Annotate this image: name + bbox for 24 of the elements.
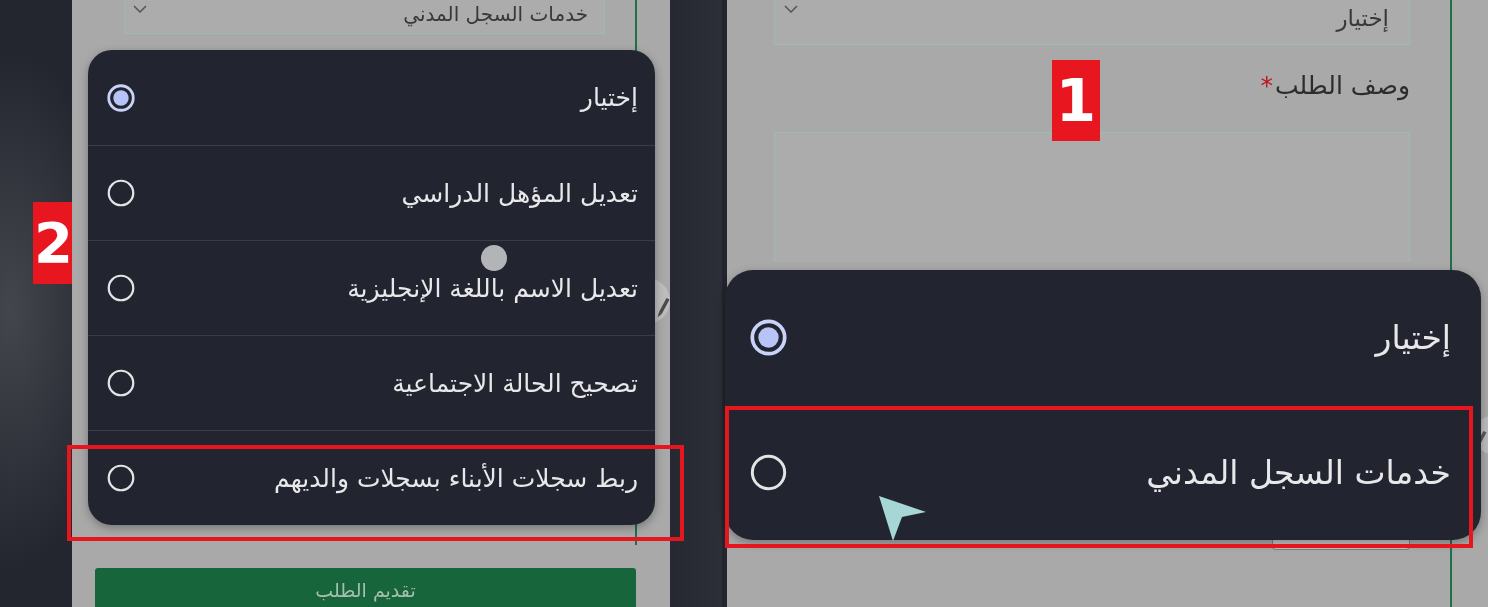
menu-option[interactable]: ربط سجلات الأبناء بسجلات والديهم bbox=[88, 430, 655, 525]
dropdown-field[interactable]: إختيار bbox=[774, 0, 1410, 45]
menu-option[interactable]: تصحيح الحالة الاجتماعية bbox=[88, 335, 655, 430]
description-field[interactable] bbox=[774, 132, 1410, 262]
menu-option[interactable]: إختيار bbox=[88, 50, 655, 145]
submit-button[interactable]: تقديم الطلب bbox=[95, 568, 636, 607]
field-label: وصف الطلب bbox=[1274, 71, 1410, 100]
radio-selected-icon[interactable] bbox=[750, 319, 787, 356]
dropdown-field[interactable]: خدمات السجل المدني bbox=[124, 0, 605, 34]
cursor-icon bbox=[879, 496, 926, 541]
radio-icon[interactable] bbox=[107, 274, 135, 302]
menu-option[interactable]: تعديل المؤهل الدراسي bbox=[88, 145, 655, 240]
radio-icon[interactable] bbox=[750, 454, 787, 491]
touch-indicator-icon bbox=[481, 245, 507, 271]
radio-selected-icon[interactable] bbox=[107, 83, 135, 112]
menu-option[interactable]: إختيار bbox=[725, 270, 1481, 405]
step-number-badge: 2 bbox=[33, 202, 74, 284]
step-number-badge: 1 bbox=[1052, 60, 1100, 141]
chevron-down-icon bbox=[133, 5, 147, 13]
radio-icon[interactable] bbox=[107, 369, 135, 397]
chevron-down-icon bbox=[784, 5, 798, 13]
radio-icon[interactable] bbox=[107, 464, 135, 492]
radio-icon[interactable] bbox=[107, 179, 135, 207]
required-asterisk: * bbox=[1260, 71, 1273, 100]
